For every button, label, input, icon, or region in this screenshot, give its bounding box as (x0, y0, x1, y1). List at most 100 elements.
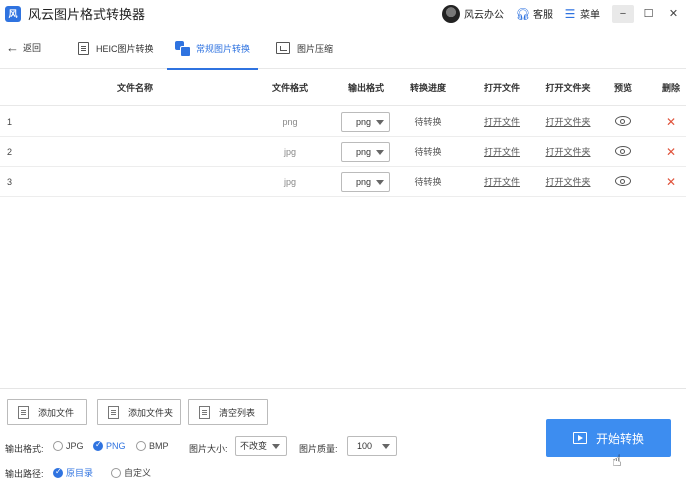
radio-circle-icon (111, 467, 121, 478)
radio-png[interactable]: PNG (93, 440, 126, 451)
tab-label: 图片压缩 (297, 43, 334, 54)
tab-regular-convert[interactable]: 常规图片转换 (167, 27, 259, 70)
chevron-down-icon (382, 444, 390, 449)
chevron-down-icon (272, 444, 280, 449)
bottom-panel: 添加文件 添加文件夹 清空列表 输出格式: JPG PNG BMP 图片大小: … (0, 388, 686, 480)
clear-list-button[interactable]: 清空列表 (188, 399, 268, 425)
radio-custom-dir[interactable]: 自定义 (111, 466, 151, 479)
radio-bmp[interactable]: BMP (136, 441, 169, 451)
title-bar-controls: 风云办公 🎧︎ 客服 ☰ 菜单 − ☐ ✕ (442, 0, 686, 27)
delete-icon[interactable]: ✕ (666, 137, 676, 167)
tab-label: 常规图片转换 (196, 43, 251, 54)
open-file-link[interactable]: 打开文件 (474, 137, 530, 167)
radio-label: 自定义 (124, 468, 152, 478)
tab-image-compress[interactable]: 图片压缩 (276, 27, 333, 69)
header-delete: 删除 (661, 83, 680, 93)
nav-bar: ← 返回 HEIC图片转换 常规图片转换 图片压缩 (0, 27, 686, 70)
select-value: png (356, 117, 372, 127)
eye-icon[interactable] (615, 116, 631, 126)
table-row: 3 jpg png 待转换 打开文件 打开文件夹 ✕ (0, 167, 686, 197)
add-folder-button[interactable]: 添加文件夹 (97, 399, 181, 425)
radio-label: BMP (149, 441, 169, 451)
open-folder-link[interactable]: 打开文件夹 (538, 107, 598, 137)
radio-checked-icon (53, 467, 63, 478)
document-icon (78, 41, 89, 55)
minimize-button[interactable]: − (612, 4, 634, 23)
eye-icon[interactable] (615, 176, 631, 186)
back-label: 返回 (23, 43, 42, 53)
table-header: 文件名称 文件格式 输出格式 转换进度 打开文件 打开文件夹 预览 删除 (0, 70, 686, 106)
row-index: 1 (7, 117, 13, 127)
radio-original-dir[interactable]: 原目录 (53, 466, 93, 479)
eye-icon[interactable] (615, 146, 631, 156)
convert-icon (175, 41, 191, 57)
back-arrow-icon: ← (6, 40, 19, 55)
headset-icon[interactable]: 🎧︎ (515, 7, 530, 21)
progress-status: 待转换 (414, 177, 442, 187)
header-preview: 预览 (613, 83, 632, 93)
tab-label: HEIC图片转换 (96, 43, 154, 54)
app-logo: 风 (5, 5, 21, 22)
radio-circle-icon (53, 441, 63, 451)
maximize-button[interactable]: ☐ (636, 0, 661, 27)
table-row: 2 jpg png 待转换 打开文件 打开文件夹 ✕ (0, 137, 686, 167)
select-value: 100 (357, 441, 373, 451)
progress-status: 待转换 (414, 147, 442, 157)
start-convert-button[interactable]: 开始转换 (546, 419, 671, 457)
select-value: png (356, 147, 372, 157)
table-row: 1 png png 待转换 打开文件 打开文件夹 ✕ (0, 107, 686, 137)
header-open-folder: 打开文件夹 (545, 83, 591, 93)
output-format-select[interactable]: png (341, 112, 390, 132)
brand-avatar-icon[interactable] (442, 4, 460, 23)
open-folder-link[interactable]: 打开文件夹 (538, 167, 598, 197)
header-filename: 文件名称 (116, 83, 153, 93)
image-icon (276, 42, 290, 54)
output-format-select[interactable]: png (341, 172, 390, 192)
open-folder-link[interactable]: 打开文件夹 (538, 137, 598, 167)
image-quality-select[interactable]: 100 (347, 436, 397, 456)
header-open-file: 打开文件 (483, 83, 520, 93)
button-label: 添加文件夹 (128, 407, 174, 418)
app-title: 风云图片格式转换器 (28, 7, 146, 22)
open-file-link[interactable]: 打开文件 (474, 167, 530, 197)
delete-icon[interactable]: ✕ (666, 107, 676, 137)
menu-icon[interactable]: ☰ (563, 7, 577, 21)
radio-label: 原目录 (66, 468, 94, 478)
radio-label: JPG (66, 441, 84, 451)
delete-icon[interactable]: ✕ (666, 167, 676, 197)
radio-jpg[interactable]: JPG (53, 441, 84, 451)
header-format: 文件格式 (271, 83, 308, 93)
header-output: 输出格式 (347, 83, 384, 93)
header-progress: 转换进度 (409, 83, 446, 93)
file-format: png (282, 117, 298, 127)
button-label: 添加文件 (38, 407, 75, 418)
file-format: jpg (283, 177, 296, 187)
service-button[interactable]: 客服 (533, 6, 553, 21)
output-format-select[interactable]: png (341, 142, 390, 162)
close-button[interactable]: ✕ (661, 0, 686, 27)
button-label: 开始转换 (595, 431, 644, 446)
image-quality-label: 图片质量: (299, 444, 338, 454)
add-file-button[interactable]: 添加文件 (7, 399, 87, 425)
output-path-label: 输出路径: (5, 469, 44, 479)
chevron-down-icon (376, 180, 384, 185)
output-format-label: 输出格式: (5, 444, 44, 454)
button-label: 清空列表 (219, 407, 256, 418)
row-index: 3 (7, 177, 13, 187)
radio-checked-icon (93, 440, 103, 451)
title-bar: 风 风云图片格式转换器 风云办公 🎧︎ 客服 ☰ 菜单 − ☐ ✕ (0, 0, 686, 27)
menu-button[interactable]: 菜单 (580, 6, 600, 21)
select-value: png (356, 177, 372, 187)
chevron-down-icon (376, 120, 384, 125)
play-icon (572, 432, 587, 444)
tab-heic-convert[interactable]: HEIC图片转换 (78, 27, 154, 69)
row-index: 2 (7, 147, 13, 157)
brand-name[interactable]: 风云办公 (464, 6, 504, 21)
image-size-select[interactable]: 不改变 (235, 436, 287, 456)
open-file-link[interactable]: 打开文件 (474, 107, 530, 137)
back-button[interactable]: ← 返回 (6, 40, 41, 55)
progress-status: 待转换 (414, 117, 442, 127)
image-size-label: 图片大小: (189, 444, 228, 454)
radio-label: PNG (106, 441, 126, 451)
radio-circle-icon (136, 441, 146, 451)
